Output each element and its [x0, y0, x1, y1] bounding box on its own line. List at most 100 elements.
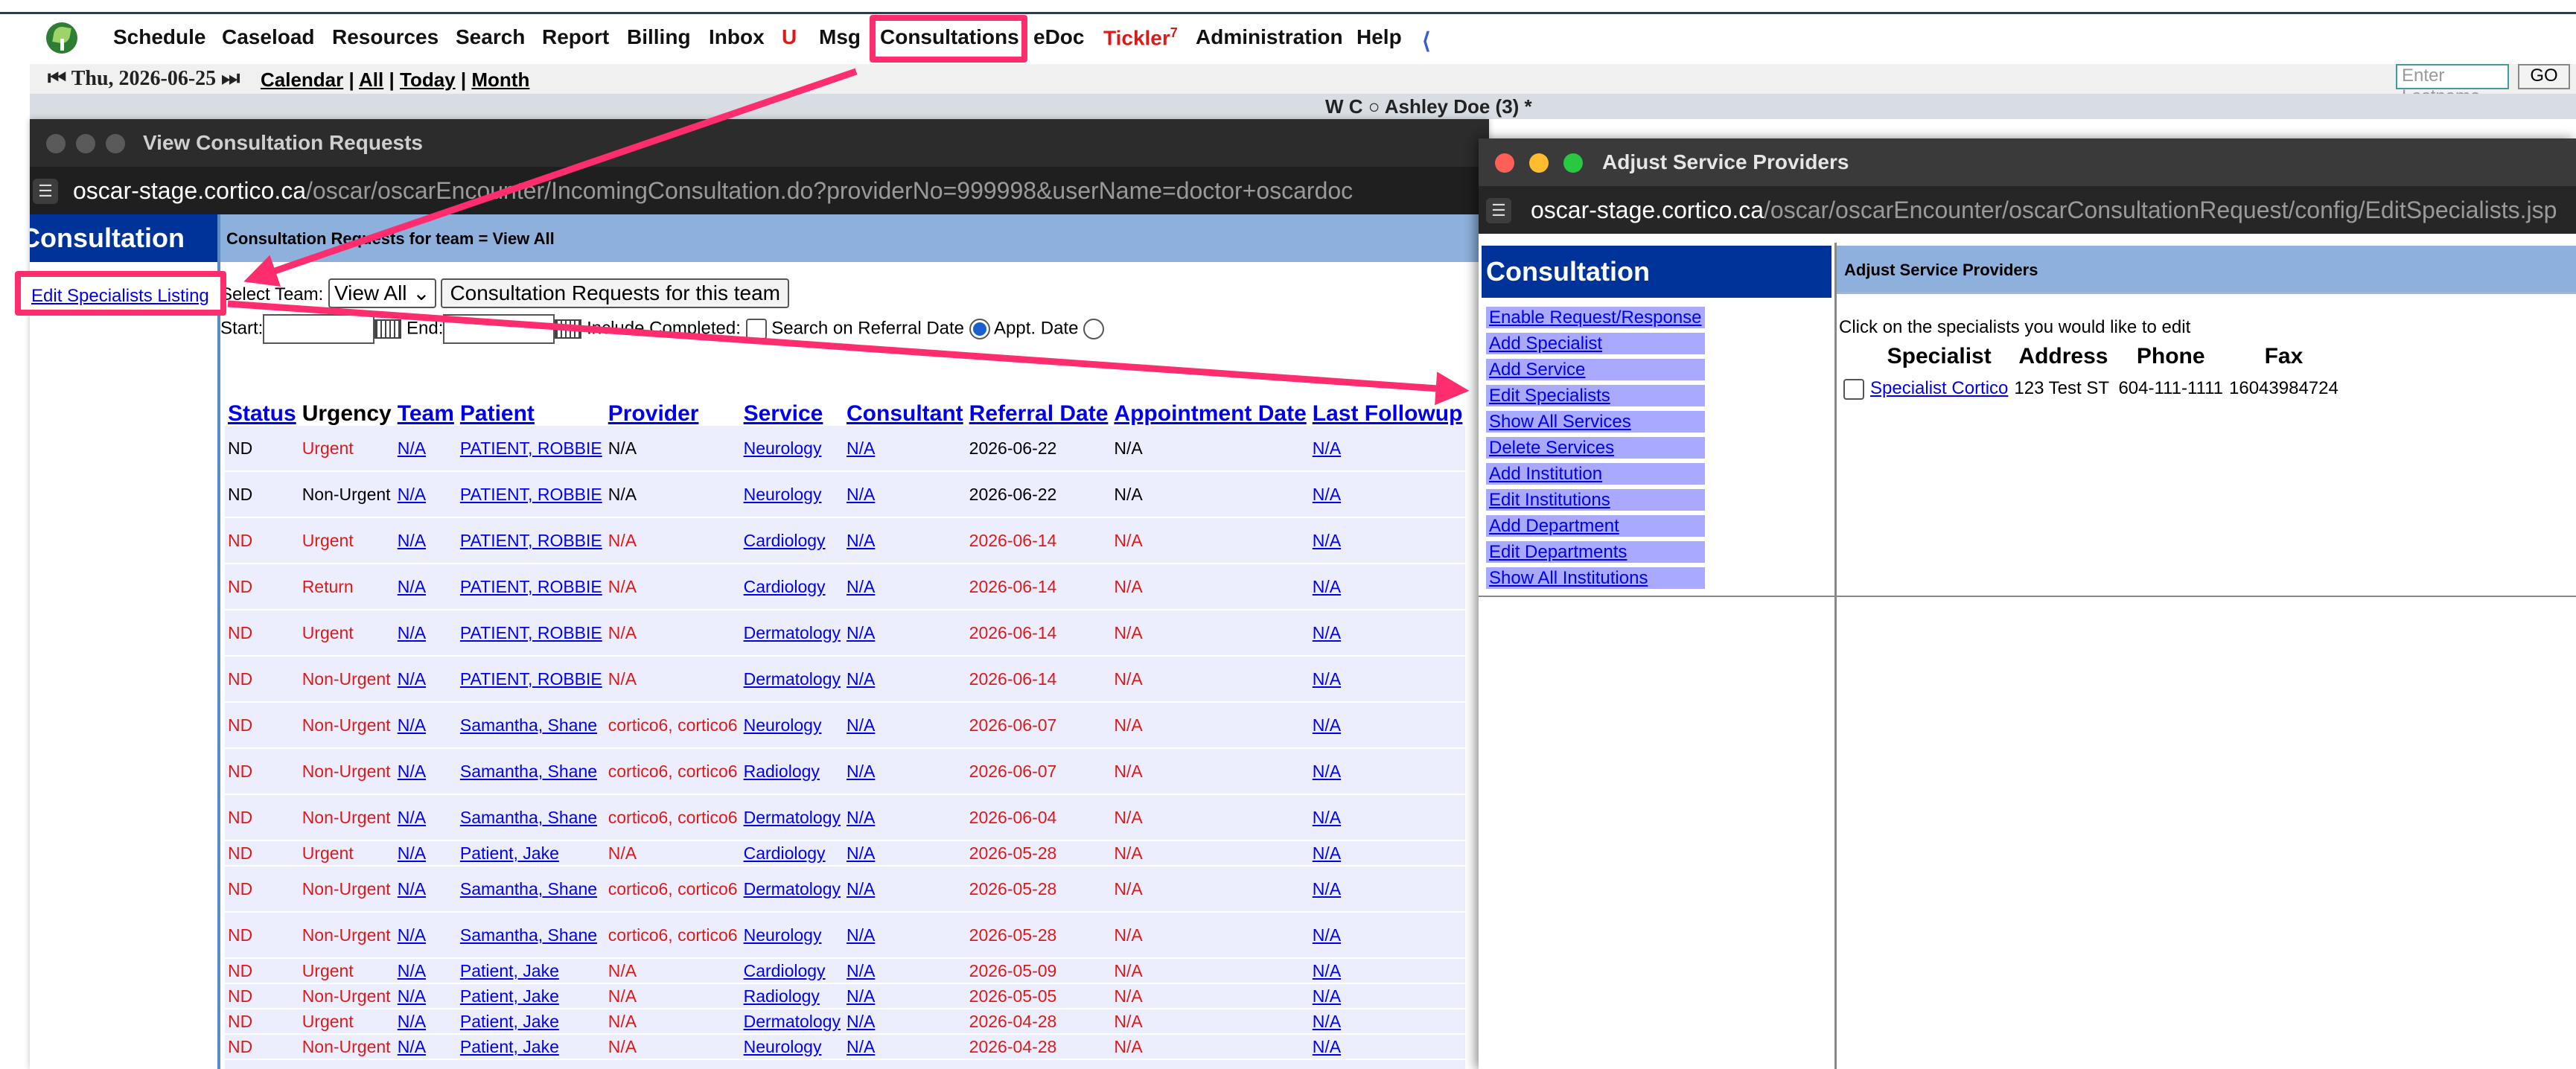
table-row[interactable]: NDNon-UrgentN/ASamantha, Shanecortico6, …	[225, 866, 1466, 913]
table-row[interactable]: ND Return N/A PATIENT, ROBBIE N/A Cardiology N…	[225, 564, 1466, 610]
cell-patient[interactable]: Samantha, Shane	[456, 912, 605, 959]
column-header-last-followup[interactable]: Last Followup	[1310, 372, 1466, 426]
include-completed-checkbox[interactable]	[745, 319, 767, 339]
cell-service[interactable]: Neurology	[740, 702, 844, 749]
cell-patient[interactable]: PATIENT, ROBBIE	[456, 517, 605, 564]
nav-item-help[interactable]: Help	[1356, 25, 1402, 49]
go-button[interactable]: GO	[2518, 64, 2570, 89]
cell-service[interactable]: Radiology	[740, 748, 844, 795]
cell-followup[interactable]: N/A	[1309, 748, 1466, 795]
appt-date-radio[interactable]	[1083, 319, 1105, 339]
cell-followup[interactable]: N/A	[1309, 794, 1466, 841]
menu-add-service[interactable]: Add Service	[1486, 359, 1705, 380]
cell-patient[interactable]: Samantha, Shane	[456, 794, 605, 841]
menu-show-all-services[interactable]: Show All Services	[1486, 411, 1705, 433]
cell-service[interactable]: Neurology	[740, 426, 844, 472]
cell-consultant[interactable]: N/A	[844, 794, 966, 841]
menu-add-department[interactable]: Add Department	[1486, 515, 1705, 537]
menu-enable-request-response[interactable]: Enable Request/Response	[1486, 307, 1705, 328]
url-bar[interactable]: ☰ oscar-stage.cortico.ca/oscar/oscarEnco…	[30, 167, 1489, 214]
cell-team[interactable]: N/A	[394, 564, 457, 610]
nav-item-edoc[interactable]: eDoc	[1033, 25, 1084, 49]
nav-item-msg[interactable]: Msg	[819, 25, 861, 49]
cell-team[interactable]: N/A	[394, 794, 457, 841]
nav-item-inbox[interactable]: Inbox	[709, 25, 765, 49]
cell-consultant[interactable]: N/A	[844, 866, 966, 913]
today-link[interactable]: Today	[400, 68, 456, 91]
column-header-appointment-date[interactable]: Appointment Date	[1111, 372, 1309, 426]
cell-patient[interactable]: Patient, Jake	[456, 1034, 605, 1060]
cell-patient[interactable]: Samantha, Shane	[456, 1059, 605, 1069]
menu-edit-departments[interactable]: Edit Departments	[1486, 541, 1705, 563]
oscar-logo-icon[interactable]	[46, 22, 77, 54]
cell-service[interactable]: Dermatology	[740, 656, 844, 703]
cell-consultant[interactable]: N/A	[844, 1009, 966, 1035]
team-select[interactable]: View All ⌄	[328, 278, 436, 308]
menu-delete-services[interactable]: Delete Services	[1486, 437, 1705, 459]
table-row[interactable]: NDNon-UrgentN/ASamantha, Shanecortico6, …	[225, 748, 1466, 795]
nav-item-schedule[interactable]: Schedule	[113, 25, 205, 49]
cell-followup[interactable]: N/A	[1309, 426, 1466, 472]
cell-consultant[interactable]: N/A	[844, 1034, 966, 1060]
calendar-icon[interactable]	[374, 319, 402, 339]
cell-followup[interactable]: N/A	[1309, 610, 1466, 657]
table-row[interactable]: ND Non-Urgent N/A PATIENT, ROBBIE N/A Neurolo…	[225, 471, 1466, 518]
cell-patient[interactable]: Samantha, Shane	[456, 748, 605, 795]
referral-date-radio[interactable]	[969, 319, 990, 339]
nav-item-administration[interactable]: Administration	[1196, 25, 1343, 49]
cell-followup[interactable]: N/A	[1309, 564, 1466, 610]
nav-item-billing[interactable]: Billing	[627, 25, 691, 49]
cell-service[interactable]: Cardiology	[740, 1059, 844, 1069]
nav-item-search[interactable]: Search	[456, 25, 525, 49]
edit-specialists-listing-link[interactable]: Edit Specialists Listing	[31, 286, 209, 307]
table-row[interactable]: ND Urgent N/A Patient, Jake N/A Dermatology N/…	[225, 1009, 1466, 1035]
cell-consultant[interactable]: N/A	[844, 471, 966, 518]
table-row[interactable]: NDNon-UrgentN/ASamantha, Shanecortico6, …	[225, 794, 1466, 841]
cell-followup[interactable]: N/A	[1309, 517, 1466, 564]
cell-team[interactable]: N/A	[394, 610, 457, 657]
menu-add-institution[interactable]: Add Institution	[1486, 463, 1705, 485]
cell-service[interactable]: Cardiology	[740, 958, 844, 984]
cell-team[interactable]: N/A	[394, 702, 457, 749]
team-requests-button[interactable]: Consultation Requests for this team	[441, 278, 789, 308]
minimize-window-icon[interactable]	[76, 134, 95, 153]
cell-consultant[interactable]: N/A	[844, 564, 966, 610]
cell-team[interactable]: N/A	[394, 1034, 457, 1060]
column-header-patient[interactable]: Patient	[457, 372, 605, 426]
url-text[interactable]: oscar-stage.cortico.ca/oscar/oscarEncoun…	[1531, 197, 2557, 224]
start-date-input[interactable]	[263, 314, 375, 344]
column-header-team[interactable]: Team	[395, 372, 457, 426]
cell-team[interactable]: N/A	[394, 656, 457, 703]
column-header-referral-date[interactable]: Referral Date	[966, 372, 1112, 426]
nav-item-caseload[interactable]: Caseload	[222, 25, 315, 49]
cell-consultant[interactable]: N/A	[844, 983, 966, 1009]
cell-followup[interactable]: N/A	[1309, 702, 1466, 749]
cell-followup[interactable]: N/A	[1309, 1059, 1466, 1069]
cell-team[interactable]: N/A	[394, 840, 457, 867]
cell-patient[interactable]: Samantha, Shane	[456, 702, 605, 749]
cell-consultant[interactable]: N/A	[844, 840, 966, 867]
maximize-window-icon[interactable]	[106, 134, 125, 153]
column-header-service[interactable]: Service	[741, 372, 844, 426]
cell-team[interactable]: N/A	[394, 983, 457, 1009]
cell-followup[interactable]: N/A	[1309, 958, 1466, 984]
table-row[interactable]: ND Urgent N/A PATIENT, ROBBIE N/A Cardiology N…	[225, 517, 1466, 564]
cell-service[interactable]: Dermatology	[740, 610, 844, 657]
cell-consultant[interactable]: N/A	[844, 610, 966, 657]
column-header-status[interactable]: Status	[225, 372, 299, 426]
cell-followup[interactable]: N/A	[1309, 1034, 1466, 1060]
cell-team[interactable]: N/A	[394, 471, 457, 518]
site-settings-icon[interactable]: ☰	[33, 179, 58, 204]
url-bar[interactable]: ☰ oscar-stage.cortico.ca/oscar/oscarEnco…	[1479, 186, 2576, 234]
cell-followup[interactable]: N/A	[1309, 866, 1466, 913]
cell-patient[interactable]: Patient, Jake	[456, 840, 605, 867]
table-row[interactable]: ND Urgent N/A PATIENT, ROBBIE N/A Neurology N/…	[225, 426, 1466, 472]
cell-service[interactable]: Neurology	[740, 471, 844, 518]
close-window-icon[interactable]	[46, 134, 66, 153]
table-row[interactable]: ND Non-Urgent N/A Patient, Jake N/A Neurology…	[225, 1034, 1466, 1060]
cell-team[interactable]: N/A	[394, 1059, 457, 1069]
cell-team[interactable]: N/A	[394, 958, 457, 984]
cell-patient[interactable]: PATIENT, ROBBIE	[456, 610, 605, 657]
cell-followup[interactable]: N/A	[1309, 1009, 1466, 1035]
table-row[interactable]: ND Non-Urgent N/A Patient, Jake N/A Radiology…	[225, 983, 1466, 1009]
